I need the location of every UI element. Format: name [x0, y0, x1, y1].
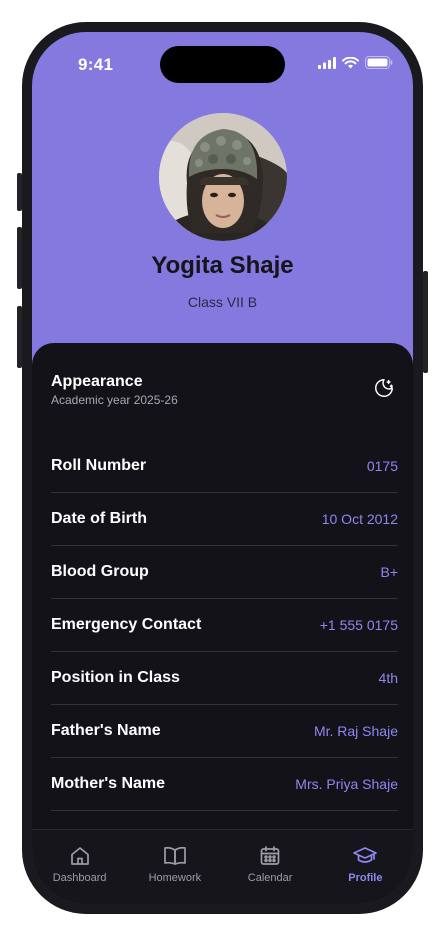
detail-row-date-of-birth: Date of Birth 10 Oct 2012	[51, 493, 398, 546]
tab-dashboard[interactable]: Dashboard	[35, 844, 125, 904]
detail-row-fathers-name: Father's Name Mr. Raj Shaje	[51, 705, 398, 758]
detail-value: Mr. Raj Shaje	[313, 723, 398, 739]
home-icon	[70, 847, 89, 865]
status-time: 9:41	[78, 55, 114, 74]
detail-value: B+	[380, 564, 398, 580]
detail-row-blood-group: Blood Group B+	[51, 546, 398, 599]
calendar-icon	[260, 846, 280, 865]
student-class: Class VII B	[187, 294, 258, 310]
detail-label: Mother's Name	[51, 775, 166, 792]
appearance-title: Appearance	[51, 373, 143, 390]
graduation-cap-icon	[353, 847, 378, 863]
appearance-section: Appearance Academic year 2025-26	[51, 373, 178, 407]
battery-icon	[365, 56, 393, 69]
profile-photo	[159, 113, 287, 241]
tab-calendar[interactable]: Calendar	[225, 844, 315, 904]
tab-label: Dashboard	[52, 872, 107, 884]
tab-label: Homework	[148, 872, 202, 884]
detail-row-emergency-contact: Emergency Contact +1 555 0175	[51, 599, 398, 652]
theme-toggle-button[interactable]	[369, 373, 399, 403]
detail-label: Roll Number	[51, 457, 147, 474]
tab-profile[interactable]: Profile	[320, 844, 410, 904]
student-name: Yogita Shaje	[151, 252, 294, 279]
tab-bar: Dashboard Homework Calendar Profile	[32, 829, 413, 904]
detail-value: 4th	[378, 670, 398, 686]
status-bar: 9:41	[32, 32, 413, 92]
screen: 9:41 Yogita Shaje Class VII B Appearance…	[32, 32, 413, 904]
status-icons	[318, 56, 393, 69]
tab-label: Calendar	[247, 872, 293, 884]
detail-row-mothers-name: Mother's Name Mrs. Priya Shaje	[51, 758, 398, 811]
detail-value: +1 555 0175	[319, 617, 398, 633]
dynamic-island	[160, 46, 285, 83]
detail-value: 0175	[366, 458, 398, 474]
detail-value: Mrs. Priya Shaje	[295, 776, 398, 792]
detail-row-position-in-class: Position in Class 4th	[51, 652, 398, 705]
detail-label: Emergency Contact	[51, 616, 202, 633]
phone-frame: 9:41 Yogita Shaje Class VII B Appearance…	[22, 22, 423, 914]
power-button	[423, 271, 428, 373]
avatar	[159, 113, 287, 241]
detail-value: 10 Oct 2012	[321, 511, 398, 527]
details-list: Roll Number 0175 Date of Birth 10 Oct 20…	[51, 440, 398, 811]
detail-label: Blood Group	[51, 563, 149, 580]
tab-homework[interactable]: Homework	[130, 844, 220, 904]
detail-label: Father's Name	[51, 722, 161, 739]
cellular-signal-icon	[318, 56, 336, 69]
moon-stars-icon	[375, 379, 393, 397]
detail-row-roll-number: Roll Number 0175	[51, 440, 398, 493]
appearance-subtitle: Academic year 2025-26	[51, 393, 178, 407]
book-icon	[164, 846, 186, 865]
detail-label: Position in Class	[51, 669, 180, 686]
detail-label: Date of Birth	[51, 510, 147, 527]
tab-label: Profile	[348, 872, 383, 884]
wifi-icon	[342, 56, 359, 68]
details-sheet: Appearance Academic year 2025-26 Roll Nu…	[32, 343, 413, 904]
